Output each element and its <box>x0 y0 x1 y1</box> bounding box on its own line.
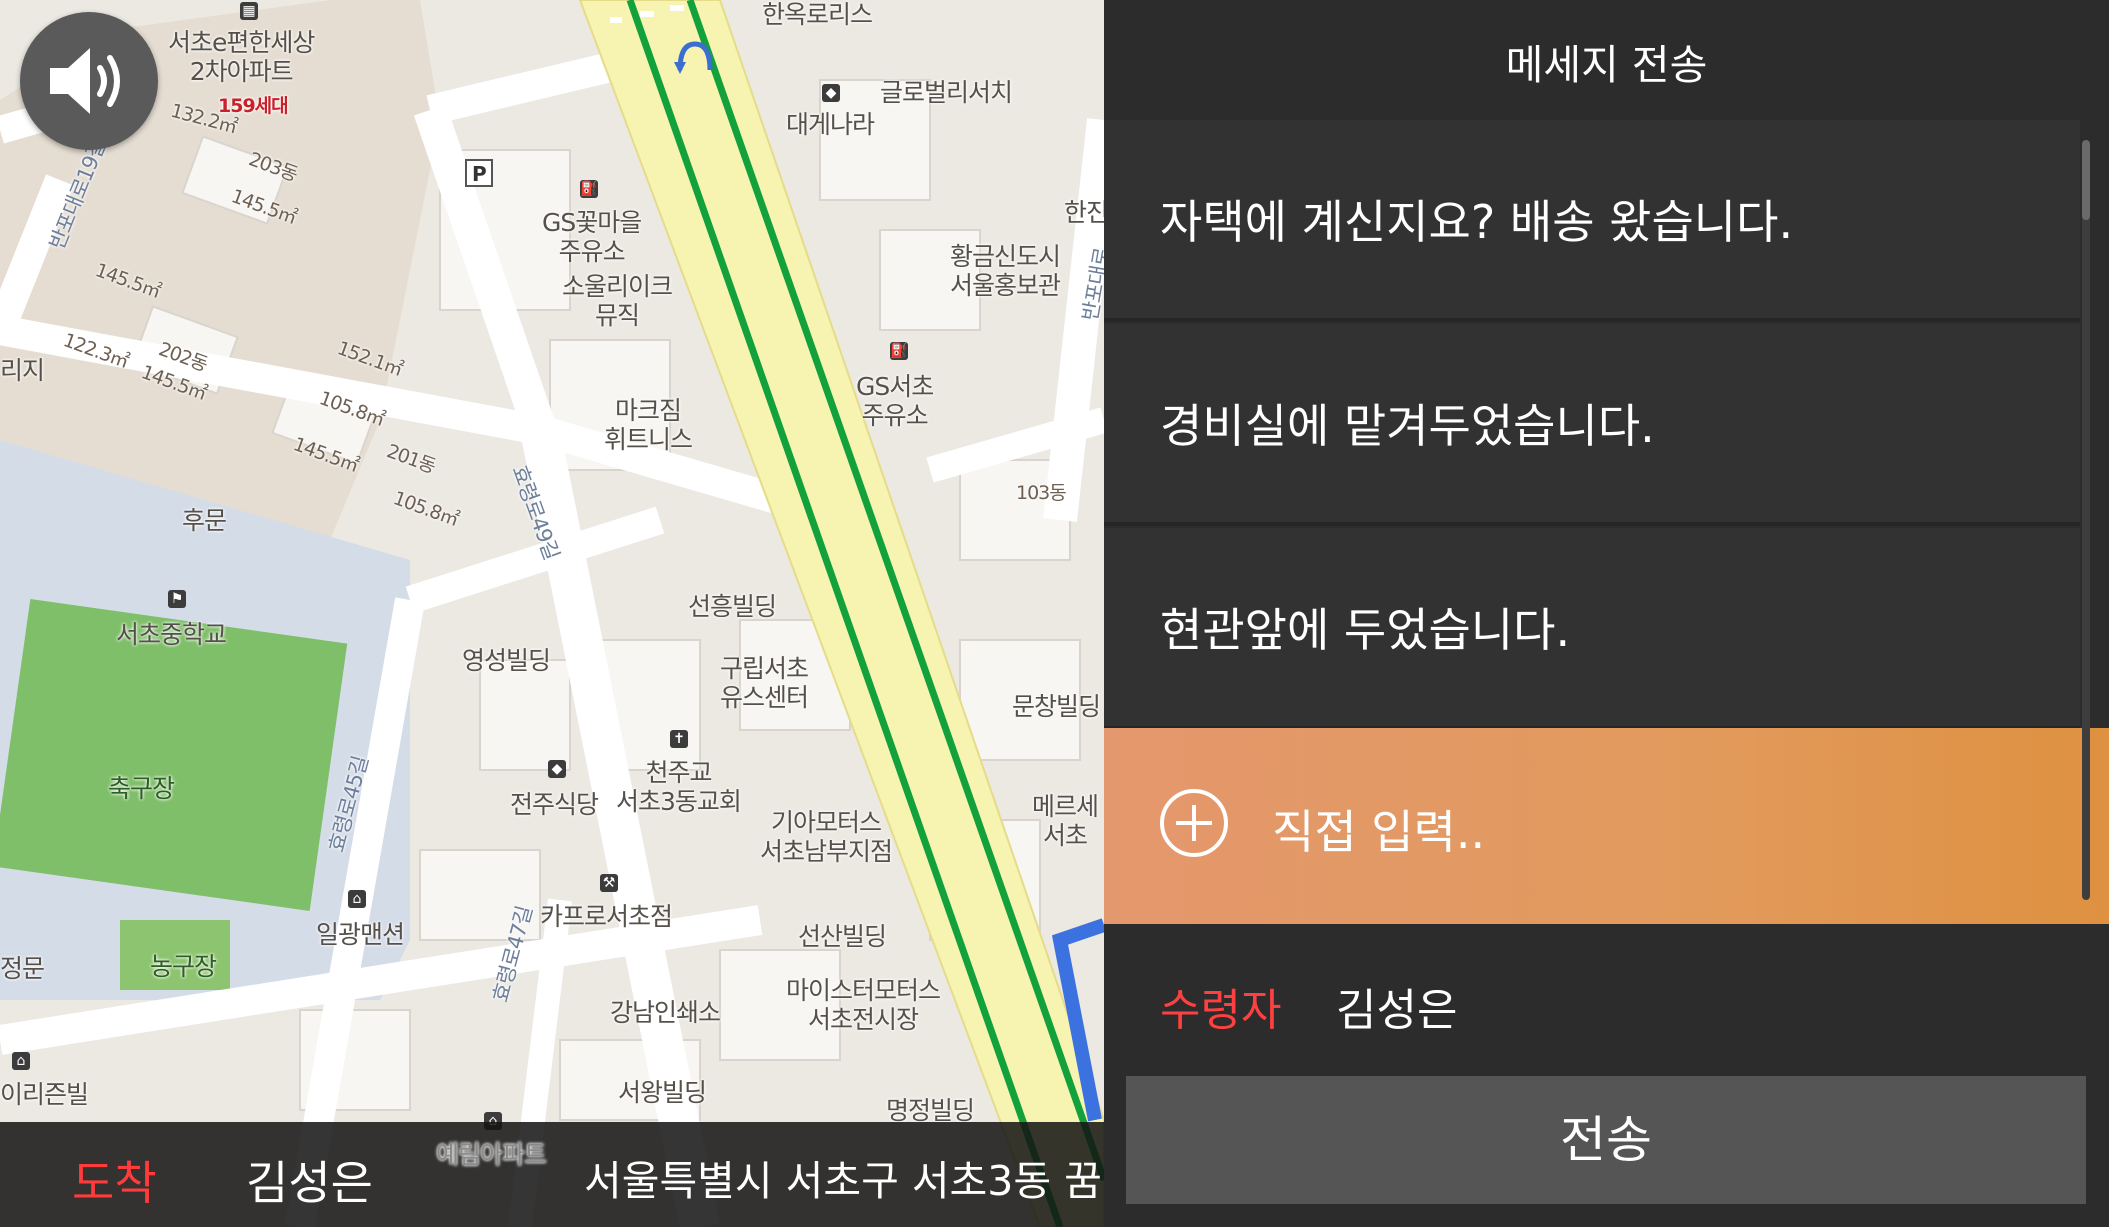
map-label-apartment: 예림아파트 <box>436 1140 547 1169</box>
apartment-icon: ⌂ <box>348 890 366 908</box>
map-label-gym: 마크짐 휘트니스 <box>604 396 693 454</box>
message-text: 현관앞에 두었습니다. <box>1160 603 1571 657</box>
apartment-icon: ⌂ <box>12 1052 30 1070</box>
plus-circle-icon <box>1160 789 1228 857</box>
school-flag-icon: ⚑ <box>168 590 186 608</box>
map-label-building: 103동 <box>1016 482 1067 504</box>
map-label-villa: 이리즌빌 <box>0 1080 89 1109</box>
direct-input-option[interactable]: 직접 입력.. <box>1104 728 2109 924</box>
map-label-building: 명정빌딩 <box>886 1096 975 1125</box>
gas-station-icon: ⛽ <box>580 180 598 198</box>
recipient-name: 김성은 <box>246 1156 373 1210</box>
recipient-name: 김성은 <box>1336 985 1458 1036</box>
gas-station-icon: ⛽ <box>890 342 908 360</box>
map-label-school: 서초중학교 <box>116 620 227 649</box>
direct-input-label: 직접 입력.. <box>1272 805 1486 859</box>
map-label-shop: 카프로서초점 <box>540 902 673 931</box>
map-label-car-dealer: 메르세 서초 <box>1032 792 1099 850</box>
restaurant-icon: ◆ <box>548 760 566 778</box>
map-label-partial: 리지 <box>0 356 45 385</box>
shop-icon: ◆ <box>822 84 840 102</box>
map-label-main-gate: 정문 <box>0 954 45 983</box>
recipient-row: 수령자 김성은 <box>1104 940 2109 1060</box>
panel-title: 메세지 전송 <box>1104 0 2109 118</box>
map-label-gas-station: GS꽃마을 주유소 <box>542 208 642 266</box>
message-option[interactable]: 경비실에 맡겨두었습니다. <box>1104 324 2080 526</box>
speaker-icon <box>50 48 120 114</box>
map-label-shop: 글로벌리서치 <box>880 78 1013 107</box>
message-list-scrollbar[interactable] <box>2082 140 2090 900</box>
map-label-restaurant: 전주식당 <box>510 790 599 819</box>
wrench-icon: ⚒ <box>600 874 618 892</box>
map-label-building: 문창빌딩 <box>1012 692 1101 721</box>
map-label-car-dealer: 마이스터모터스 서초전시장 <box>786 976 941 1034</box>
map-label-field: 축구장 <box>108 774 175 803</box>
scrollbar-thumb[interactable] <box>2082 140 2090 220</box>
map-label-building: 선산빌딩 <box>798 922 887 951</box>
map-label-restaurant: 대게나라 <box>786 110 875 139</box>
map-label-partial: 한옥로리스 <box>762 0 873 29</box>
map-label-church: 천주교 서초3동교회 <box>616 758 742 816</box>
message-option[interactable]: 현관앞에 두었습니다. <box>1104 528 2080 730</box>
map-label-promo-hall: 황금신도시 서울홍보관 <box>950 242 1061 300</box>
map-label-building: 서왕빌딩 <box>618 1078 707 1107</box>
message-text: 자택에 계신지요? 배송 왔습니다. <box>1160 195 1794 249</box>
arrival-status: 도착 <box>72 1156 157 1210</box>
map-label-court: 농구장 <box>150 952 217 981</box>
map-canvas: P <box>0 0 1104 1227</box>
message-panel: 메세지 전송 자택에 계신지요? 배송 왔습니다. 경비실에 맡겨두었습니다. … <box>1104 0 2109 1227</box>
message-option[interactable]: 자택에 계신지요? 배송 왔습니다. <box>1104 120 2080 322</box>
message-text: 경비실에 맡겨두었습니다. <box>1160 399 1655 453</box>
map-label-music: 소울리이크 뮤직 <box>562 272 673 330</box>
map-label-partial: 한진 <box>1064 198 1104 227</box>
svg-text:P: P <box>472 162 487 186</box>
map-label-car-dealer: 기아모터스 서초남부지점 <box>760 808 893 866</box>
map-label-back-gate: 후문 <box>182 506 227 535</box>
building-icon: ▦ <box>240 2 258 20</box>
map-label-building: 선흥빌딩 <box>688 592 777 621</box>
map-label-print-shop: 강남인쇄소 <box>610 998 721 1027</box>
map-label-apartment: 서초e편한세상 2차아파트 <box>168 28 315 86</box>
map-label-mansion: 일광맨션 <box>316 920 405 949</box>
delivery-address: 서울특별시 서초구 서초3동 꿈 <box>584 1157 1102 1205</box>
map-label-youth-center: 구립서초 유스센터 <box>720 654 809 712</box>
church-icon: ✝ <box>670 730 688 748</box>
send-button[interactable]: 전송 <box>1126 1076 2086 1204</box>
sound-toggle-button[interactable] <box>20 12 158 150</box>
recipient-label: 수령자 <box>1160 985 1282 1036</box>
delivery-info-bar: 도착 김성은 서울특별시 서초구 서초3동 꿈 <box>0 1122 1104 1227</box>
map-view[interactable]: P ▦ ⛽ ◆ ⛽ ⚑ ✝ ◆ ⌂ ⚒ ⌂ ⌂ 서초e편한세상 2차아파트 159… <box>0 0 1104 1227</box>
map-label-gas-station: GS서초 주유소 <box>856 372 934 430</box>
map-label-building: 영성빌딩 <box>462 646 551 675</box>
